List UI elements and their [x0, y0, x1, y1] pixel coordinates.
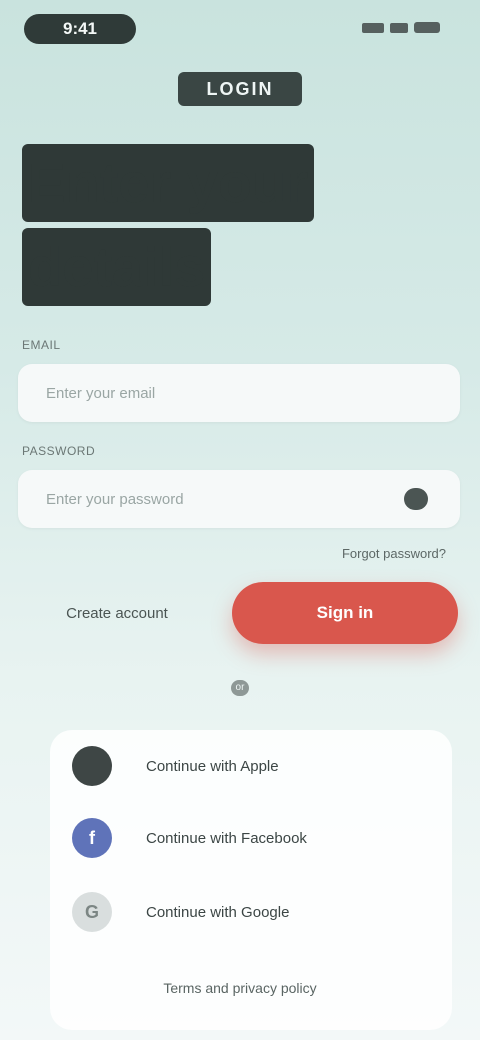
eyebrow-label: LOGIN: [178, 72, 302, 106]
divider-label: or: [231, 680, 249, 696]
apple-icon: [72, 746, 112, 786]
forgot-password-link[interactable]: Forgot password?: [342, 546, 446, 561]
facebook-icon: f: [72, 818, 112, 858]
eye-icon[interactable]: [404, 488, 428, 510]
apple-login-button[interactable]: Continue with Apple: [72, 744, 432, 788]
password-label: PASSWORD: [22, 444, 96, 458]
apple-login-label: Continue with Apple: [146, 757, 279, 775]
status-bar: 9:41: [0, 0, 480, 60]
email-label: EMAIL: [22, 338, 61, 352]
terms-link[interactable]: Terms and privacy policy: [140, 980, 340, 996]
status-icons: [362, 22, 440, 33]
google-icon: G: [72, 892, 112, 932]
email-field-container[interactable]: [18, 364, 460, 422]
battery-icon: [414, 22, 440, 33]
google-login-button[interactable]: G Continue with Google: [72, 890, 432, 934]
facebook-login-label: Continue with Facebook: [146, 829, 307, 847]
email-field[interactable]: [46, 384, 432, 402]
headline-line-2: details: [22, 228, 212, 306]
wifi-icon: [390, 22, 408, 33]
password-field-container[interactable]: [18, 470, 460, 528]
page-title: Enter your details: [22, 144, 352, 312]
sign-in-button[interactable]: Sign in: [232, 582, 458, 644]
signal-icon: [362, 22, 384, 33]
headline-line-1: Enter your: [22, 144, 315, 222]
create-account-link[interactable]: Create account: [44, 600, 190, 628]
status-time: 9:41: [24, 14, 136, 44]
password-field[interactable]: [46, 490, 432, 508]
google-login-label: Continue with Google: [146, 903, 290, 921]
facebook-login-button[interactable]: f Continue with Facebook: [72, 816, 432, 860]
